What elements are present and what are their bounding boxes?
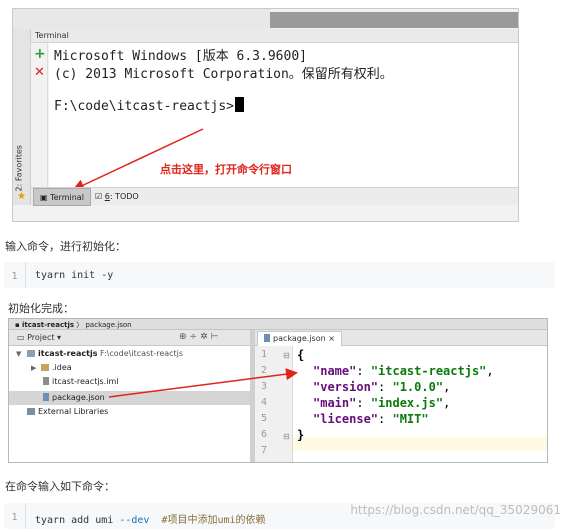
code-comment: #项目中添加umi的依赖 — [161, 515, 266, 526]
line-number: 1 — [4, 262, 26, 288]
line-number: 1 — [4, 503, 26, 529]
instruction-add-umi: 在命令输入如下命令： — [5, 480, 115, 493]
todo-tab[interactable]: ☑ 6: TODO — [89, 188, 145, 206]
annotation-text: 点击这里，打开命令行窗口 — [160, 163, 292, 176]
todo-tab-label: : TODO — [109, 192, 139, 201]
bottom-tool-bar: ▣ Terminal ☑ 6: TODO — [31, 187, 518, 206]
terminal-icon: ▣ — [40, 193, 48, 202]
code-init-command: tyarn init -y — [35, 270, 114, 281]
annotation-arrow — [108, 368, 298, 398]
instruction-done: 初始化完成： — [8, 302, 74, 315]
project-screenshot: ▪ itcast-reactjs 〉 package.json ▭ Projec… — [8, 318, 548, 463]
code-flag: --dev — [119, 515, 150, 526]
terminal-tab-label: Terminal — [50, 193, 84, 202]
code-block-init: 1 tyarn init -y — [4, 262, 555, 288]
watermark-url: https://blog.csdn.net/qq_35029061 — [350, 503, 561, 517]
terminal-screenshot: 2: Favorites ★ Terminal + ✕ Microsoft Wi… — [12, 8, 519, 222]
code-cmd: tyarn add umi — [35, 515, 120, 526]
instruction-init: 输入命令，进行初始化： — [5, 240, 126, 253]
code-add-command: tyarn add umi --dev #项目中添加umi的依赖 — [35, 511, 266, 526]
code-gap — [149, 515, 161, 526]
todo-icon: ☑ — [95, 192, 103, 201]
terminal-tab[interactable]: ▣ Terminal — [33, 188, 91, 206]
